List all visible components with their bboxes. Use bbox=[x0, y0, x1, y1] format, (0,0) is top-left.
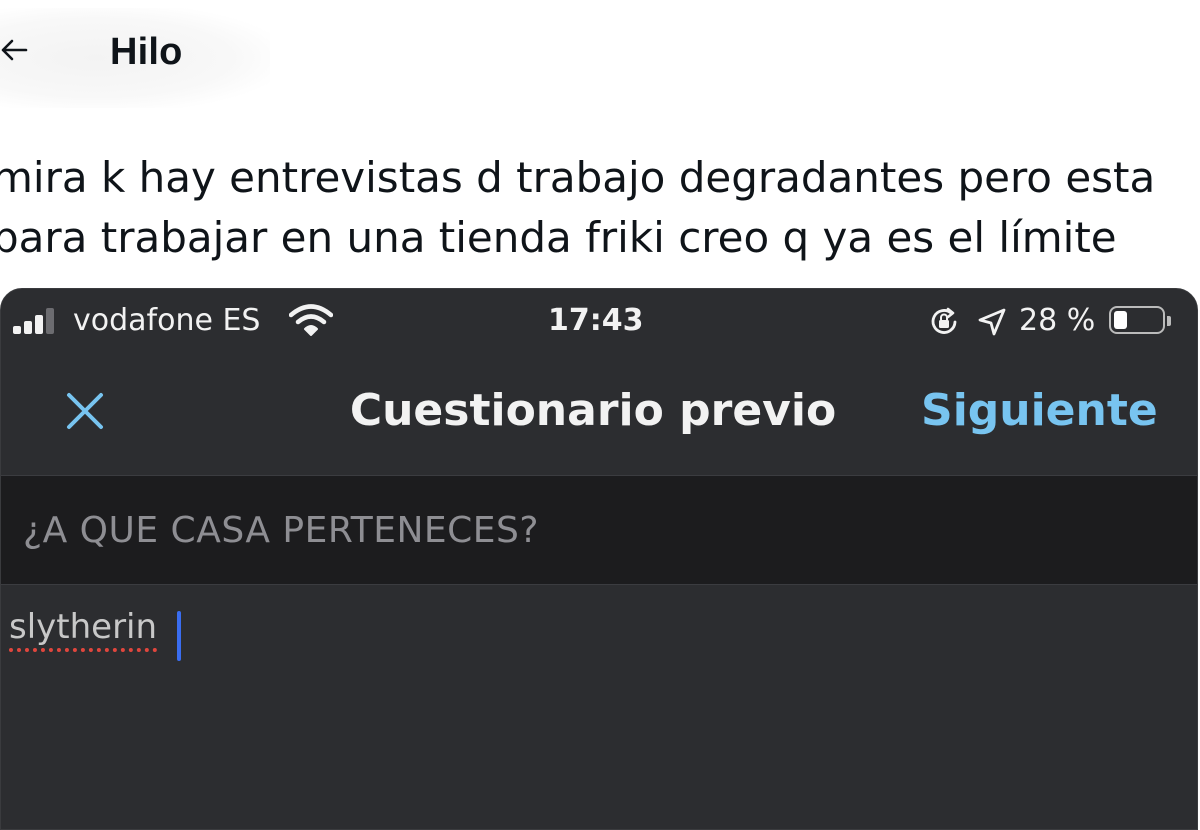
question-label: ¿A QUE CASA PERTENECES? bbox=[23, 510, 540, 551]
arrow-left-icon bbox=[1, 39, 28, 61]
rotation-lock-icon bbox=[931, 307, 957, 334]
page-title: Hilo bbox=[110, 31, 183, 73]
back-button[interactable] bbox=[0, 36, 28, 64]
battery-icon bbox=[1109, 306, 1171, 334]
carrier-name: vodafone ES bbox=[73, 303, 261, 338]
clock: 17:43 bbox=[548, 303, 644, 338]
status-bar: vodafone ES 17:43 28 % bbox=[1, 289, 1197, 351]
next-button[interactable]: Siguiente bbox=[921, 385, 1158, 436]
screen-title-text: Cuestionario previo bbox=[349, 385, 837, 436]
tweet-line: para trabajar en una tienda friki creo q… bbox=[0, 213, 1117, 262]
answer-input[interactable]: slytherin bbox=[9, 607, 181, 667]
answer-text: slytherin bbox=[9, 607, 158, 647]
question-header: ¿A QUE CASA PERTENECES? bbox=[1, 476, 1197, 585]
tweet-line: mira k hay entrevistas d trabajo degrada… bbox=[0, 153, 1156, 202]
battery-fill bbox=[1114, 311, 1127, 329]
location-arrow-icon bbox=[978, 308, 1006, 336]
attached-screenshot[interactable]: vodafone ES 17:43 28 % Cuestionario prev… bbox=[0, 288, 1198, 830]
thread-header: Hilo bbox=[0, 0, 1200, 110]
cellular-signal-icon bbox=[13, 308, 63, 334]
battery-percent: 28 % bbox=[1019, 303, 1096, 338]
text-cursor bbox=[177, 611, 181, 661]
tweet-text: mira k hay entrevistas d trabajo degrada… bbox=[0, 148, 1200, 268]
answer-area[interactable]: slytherin bbox=[1, 585, 1197, 829]
wifi-icon bbox=[289, 304, 333, 336]
